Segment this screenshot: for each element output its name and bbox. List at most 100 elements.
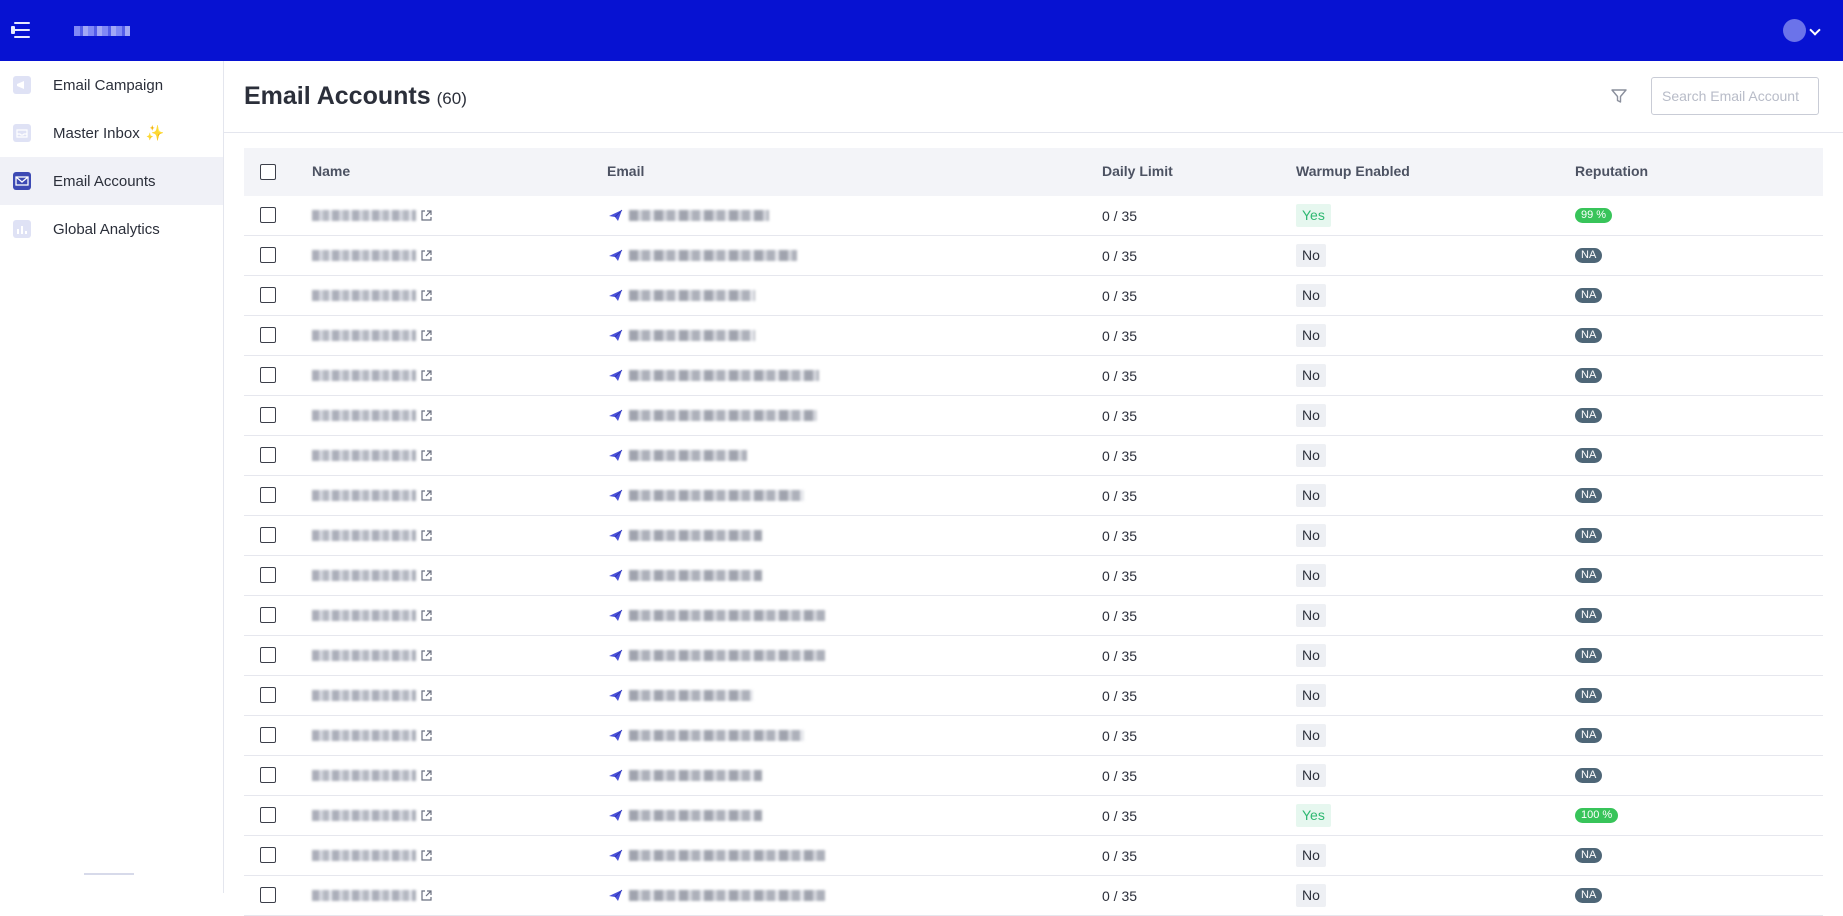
- account-email-redacted: [629, 890, 825, 901]
- reputation-badge: 100 %: [1575, 808, 1619, 823]
- row-checkbox[interactable]: [260, 247, 276, 263]
- external-link-icon[interactable]: [420, 649, 433, 662]
- external-link-icon[interactable]: [420, 289, 433, 302]
- sidebar-item-label: Email Accounts: [53, 172, 156, 190]
- row-checkbox[interactable]: [260, 807, 276, 823]
- row-checkbox[interactable]: [260, 207, 276, 223]
- column-header-warmup[interactable]: Warmup Enabled: [1296, 163, 1410, 179]
- row-checkbox[interactable]: [260, 367, 276, 383]
- external-link-icon[interactable]: [420, 849, 433, 862]
- external-link-icon[interactable]: [420, 769, 433, 782]
- column-header-reputation[interactable]: Reputation: [1575, 163, 1648, 179]
- account-name-redacted: [312, 850, 416, 861]
- column-header-daily-limit[interactable]: Daily Limit: [1102, 163, 1173, 179]
- send-plane-icon: [609, 769, 623, 781]
- filter-icon[interactable]: [1609, 86, 1629, 106]
- external-link-icon[interactable]: [420, 449, 433, 462]
- menu-collapse-icon[interactable]: [11, 22, 31, 38]
- table-row[interactable]: 0 / 35 No NA: [244, 356, 1823, 396]
- row-checkbox[interactable]: [260, 487, 276, 503]
- table-row[interactable]: 0 / 35 No NA: [244, 316, 1823, 356]
- row-checkbox[interactable]: [260, 407, 276, 423]
- external-link-icon[interactable]: [420, 369, 433, 382]
- row-checkbox[interactable]: [260, 887, 276, 903]
- row-checkbox[interactable]: [260, 767, 276, 783]
- warmup-status-badge: No: [1296, 524, 1326, 547]
- warmup-status-badge: No: [1296, 404, 1326, 427]
- app-logo: [74, 26, 130, 36]
- reputation-badge: NA: [1575, 768, 1603, 783]
- account-name-redacted: [312, 730, 416, 741]
- table-row[interactable]: 0 / 35 No NA: [244, 876, 1823, 916]
- table-row[interactable]: 0 / 35 No NA: [244, 516, 1823, 556]
- table-row[interactable]: 0 / 35 Yes 100 %: [244, 796, 1823, 836]
- external-link-icon[interactable]: [420, 249, 433, 262]
- reputation-badge: NA: [1575, 448, 1603, 463]
- external-link-icon[interactable]: [420, 329, 433, 342]
- search-input[interactable]: [1651, 77, 1819, 115]
- column-header-email[interactable]: Email: [607, 163, 644, 179]
- row-checkbox[interactable]: [260, 647, 276, 663]
- external-link-icon[interactable]: [420, 689, 433, 702]
- table-row[interactable]: 0 / 35 No NA: [244, 436, 1823, 476]
- external-link-icon[interactable]: [420, 489, 433, 502]
- sidebar-item-master-inbox[interactable]: Master Inbox ✨: [0, 109, 223, 157]
- reputation-badge: NA: [1575, 328, 1603, 343]
- table-row[interactable]: 0 / 35 No NA: [244, 556, 1823, 596]
- table-row[interactable]: 0 / 35 No NA: [244, 396, 1823, 436]
- row-checkbox[interactable]: [260, 447, 276, 463]
- row-checkbox[interactable]: [260, 727, 276, 743]
- send-plane-icon: [609, 609, 623, 621]
- reputation-badge: NA: [1575, 688, 1603, 703]
- external-link-icon[interactable]: [420, 209, 433, 222]
- table-row[interactable]: 0 / 35 No NA: [244, 756, 1823, 796]
- account-name-redacted: [312, 610, 416, 621]
- sidebar-item-label: Email Campaign: [53, 76, 164, 94]
- row-checkbox[interactable]: [260, 287, 276, 303]
- user-avatar[interactable]: [1783, 19, 1806, 42]
- reputation-badge: NA: [1575, 728, 1603, 743]
- table-row[interactable]: 0 / 35 No NA: [244, 476, 1823, 516]
- account-count: (60): [436, 89, 467, 108]
- warmup-status-badge: No: [1296, 284, 1326, 307]
- table-row[interactable]: 0 / 35 No NA: [244, 716, 1823, 756]
- row-checkbox[interactable]: [260, 687, 276, 703]
- table-row[interactable]: 0 / 35 No NA: [244, 236, 1823, 276]
- daily-limit: 0 / 35: [1102, 448, 1138, 464]
- daily-limit: 0 / 35: [1102, 688, 1138, 704]
- sidebar-item-global-analytics[interactable]: Global Analytics: [0, 205, 223, 253]
- select-all-checkbox[interactable]: [260, 164, 276, 180]
- account-email-redacted: [629, 330, 755, 341]
- reputation-badge: NA: [1575, 488, 1603, 503]
- row-checkbox[interactable]: [260, 847, 276, 863]
- external-link-icon[interactable]: [420, 409, 433, 422]
- external-link-icon[interactable]: [420, 569, 433, 582]
- table-row[interactable]: 0 / 35 No NA: [244, 276, 1823, 316]
- account-email-redacted: [629, 570, 762, 581]
- external-link-icon[interactable]: [420, 609, 433, 622]
- table-row[interactable]: 0 / 35 No NA: [244, 596, 1823, 636]
- table-row[interactable]: 0 / 35 No NA: [244, 676, 1823, 716]
- row-checkbox[interactable]: [260, 607, 276, 623]
- reputation-badge: NA: [1575, 288, 1603, 303]
- sidebar-item-email-campaign[interactable]: Email Campaign: [0, 61, 223, 109]
- external-link-icon[interactable]: [420, 529, 433, 542]
- account-email-redacted: [629, 490, 804, 501]
- chevron-down-icon[interactable]: [1809, 24, 1821, 36]
- external-link-icon[interactable]: [420, 889, 433, 902]
- row-checkbox[interactable]: [260, 327, 276, 343]
- warmup-status-badge: No: [1296, 244, 1326, 267]
- warmup-status-badge: No: [1296, 324, 1326, 347]
- table-row[interactable]: 0 / 35 No NA: [244, 636, 1823, 676]
- external-link-icon[interactable]: [420, 809, 433, 822]
- account-name-redacted: [312, 370, 416, 381]
- row-checkbox[interactable]: [260, 567, 276, 583]
- table-row[interactable]: 0 / 35 Yes 99 %: [244, 196, 1823, 236]
- table-row[interactable]: 0 / 35 No NA: [244, 836, 1823, 876]
- daily-limit: 0 / 35: [1102, 248, 1138, 264]
- column-header-name[interactable]: Name: [312, 163, 350, 179]
- external-link-icon[interactable]: [420, 729, 433, 742]
- row-checkbox[interactable]: [260, 527, 276, 543]
- sidebar-item-email-accounts[interactable]: Email Accounts: [0, 157, 223, 205]
- campaign-icon: [13, 76, 31, 94]
